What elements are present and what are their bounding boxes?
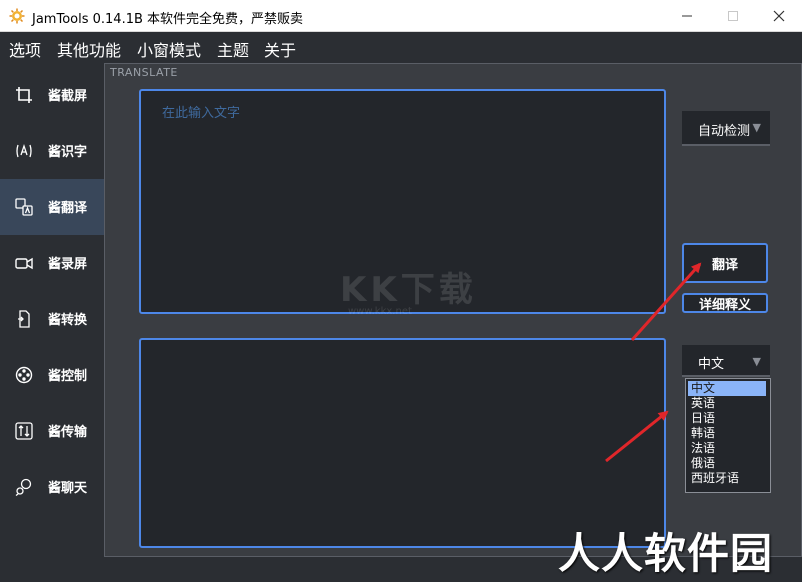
- camera-icon: [15, 257, 33, 270]
- chevron-down-icon: ▼: [752, 355, 761, 368]
- detail-definition-button[interactable]: 详细释义: [682, 293, 768, 313]
- sidebar-item-transfer[interactable]: 酱传输: [0, 403, 104, 459]
- menu-other-functions[interactable]: 其他功能: [57, 37, 121, 61]
- translate-icon: [15, 198, 33, 216]
- translation-output[interactable]: [139, 338, 666, 548]
- sidebar-item-label: 酱聊天: [48, 481, 88, 496]
- menu-options[interactable]: 选项: [9, 37, 41, 61]
- sidebar-item-label: 酱转换: [48, 313, 88, 328]
- watermark-url: www.kkx.net: [348, 306, 412, 317]
- target-language-select[interactable]: 中文 ▼: [682, 345, 770, 377]
- ocr-icon: [16, 143, 32, 158]
- maximize-icon: [728, 11, 738, 21]
- sidebar-item-record[interactable]: 酱录屏: [0, 235, 104, 291]
- source-language-value: 自动检测: [698, 124, 751, 139]
- window-title: JamTools 0.14.1B 本软件完全免费，严禁贩卖: [32, 12, 304, 27]
- sidebar-item-label: 酱翻译: [48, 201, 88, 216]
- close-icon: [773, 10, 785, 22]
- chevron-down-icon: ▼: [752, 121, 761, 134]
- language-option[interactable]: 西班牙语: [688, 471, 766, 486]
- language-option[interactable]: 俄语: [688, 456, 766, 471]
- sidebar-item-chat[interactable]: 酱聊天: [0, 459, 104, 515]
- minimize-button[interactable]: [664, 0, 710, 32]
- sidebar-item-screenshot[interactable]: 酱截屏: [0, 67, 104, 123]
- sidebar-item-convert[interactable]: 酱转换: [0, 291, 104, 347]
- chat-icon: [15, 478, 32, 496]
- minimize-icon: [682, 15, 692, 17]
- sidebar-item-label: 酱传输: [48, 425, 88, 440]
- sidebar: 酱截屏 酱识字 酱翻译 酱录屏 酱转换 酱控制 酱传输 酱聊天: [0, 63, 104, 582]
- source-language-select[interactable]: 自动检测 ▼: [682, 111, 770, 146]
- menu-bar: 选项 其他功能 小窗模式 主题 关于: [0, 33, 802, 63]
- sidebar-item-label: 酱录屏: [48, 257, 88, 272]
- app-logo-icon: [9, 8, 25, 24]
- sidebar-item-label: 酱截屏: [48, 89, 88, 104]
- target-language-value: 中文: [698, 357, 725, 372]
- language-option[interactable]: 韩语: [688, 426, 766, 441]
- sidebar-item-label: 酱控制: [48, 369, 88, 384]
- language-option[interactable]: 法语: [688, 441, 766, 456]
- input-placeholder: 在此输入文字: [162, 106, 241, 121]
- crop-icon: [16, 87, 32, 103]
- convert-icon: [18, 310, 30, 328]
- menu-theme[interactable]: 主题: [217, 37, 249, 61]
- title-bar: JamTools 0.14.1B 本软件完全免费，严禁贩卖: [0, 0, 802, 32]
- sidebar-item-label: 酱识字: [48, 145, 88, 160]
- language-option[interactable]: 英语: [688, 396, 766, 411]
- watermark-logo: KK下载: [340, 270, 477, 310]
- panel-title: TRANSLATE: [110, 66, 178, 79]
- translate-button[interactable]: 翻译: [682, 243, 768, 283]
- language-dropdown-list: 中文 英语 日语 韩语 法语 俄语 西班牙语: [685, 378, 771, 493]
- sidebar-item-control[interactable]: 酱控制: [0, 347, 104, 403]
- menu-mini-mode[interactable]: 小窗模式: [137, 37, 201, 61]
- menu-about[interactable]: 关于: [264, 37, 296, 61]
- maximize-button[interactable]: [710, 0, 756, 32]
- control-icon: [15, 366, 33, 384]
- language-option[interactable]: 日语: [688, 411, 766, 426]
- sidebar-item-ocr[interactable]: 酱识字: [0, 123, 104, 179]
- transfer-icon: [15, 422, 33, 440]
- language-option[interactable]: 中文: [688, 381, 766, 396]
- sidebar-item-translate[interactable]: 酱翻译: [0, 179, 104, 235]
- close-button[interactable]: [756, 0, 802, 32]
- watermark-site-name: 人人软件园: [558, 529, 774, 578]
